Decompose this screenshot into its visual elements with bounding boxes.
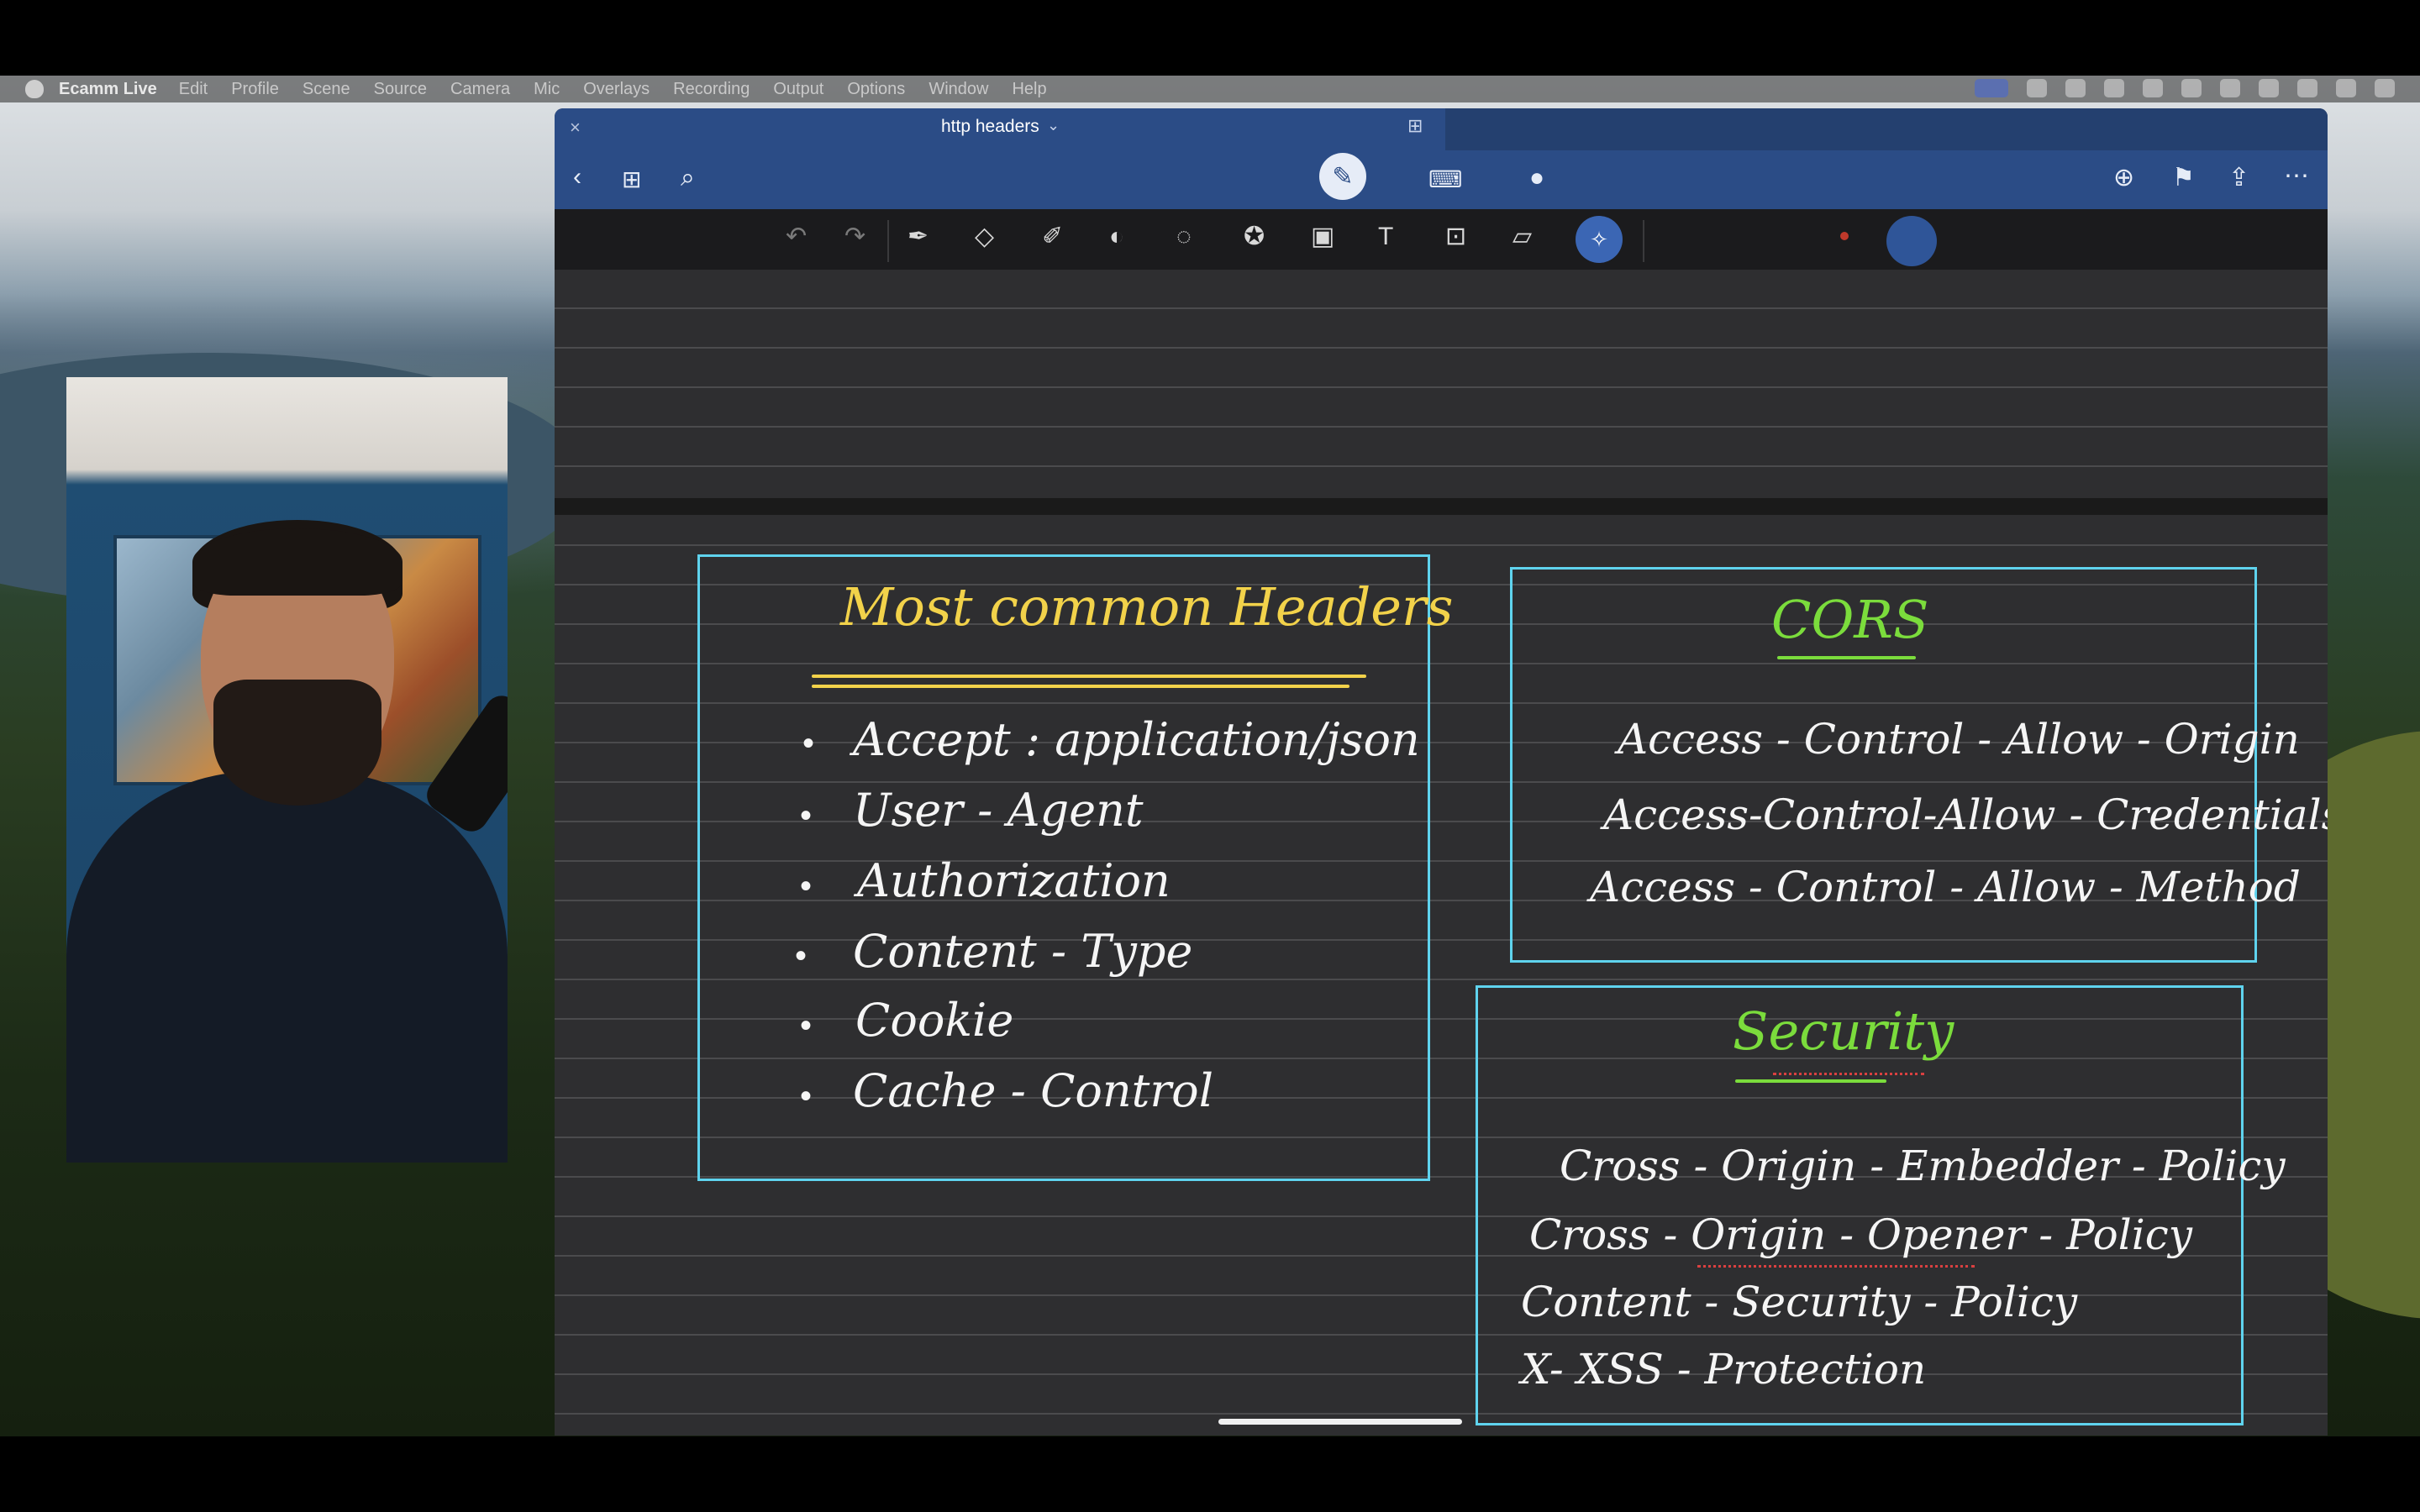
bullet: • [795, 937, 808, 974]
header-item-cookie: Cookie [855, 994, 1014, 1047]
security-item-coep: Cross - Origin - Embedder - Policy [1560, 1142, 2286, 1190]
split-view-icon[interactable]: ⊞ [1407, 115, 1423, 137]
pen-mode-icon[interactable]: ✎ [1319, 153, 1366, 200]
back-icon[interactable]: ‹ [573, 165, 581, 190]
cors-item-allow-credentials: Access-Control-Allow - Credentials [1603, 790, 2328, 839]
presenter-hairline [192, 528, 402, 596]
siri-icon[interactable] [2336, 79, 2356, 97]
bullet: • [800, 1078, 813, 1115]
header-item-user-agent: User - Agent [853, 784, 1144, 837]
bullet: • [800, 868, 813, 905]
menu-bar: Ecamm Live Edit Profile Scene Source Cam… [0, 76, 2420, 102]
more-icon[interactable]: ⋯ [2284, 164, 2309, 189]
spellcheck-underline [1773, 1073, 1924, 1075]
bullet: • [800, 797, 813, 834]
lined-page[interactable]: Most common Headers • Accept : applicati… [555, 270, 2328, 1436]
menu-source[interactable]: Source [374, 80, 427, 99]
display-icon[interactable] [2220, 79, 2240, 97]
drawing-toolbar [555, 209, 2328, 270]
pen-tool-icon[interactable]: ✒ [908, 224, 929, 249]
presenter-body [66, 772, 508, 1163]
add-page-icon[interactable]: ⊕ [2113, 165, 2134, 191]
security-item-xss: X- XSS - Protection [1521, 1345, 1927, 1394]
cors-underline [1777, 656, 1916, 659]
screen-share-icon[interactable] [1975, 79, 2008, 97]
header-item-cache-control: Cache - Control [853, 1064, 1213, 1117]
wifi-icon[interactable] [2259, 79, 2279, 97]
toolbar-divider [887, 220, 889, 262]
bluetooth-icon[interactable] [2181, 79, 2202, 97]
camera-status-icon[interactable] [2065, 79, 2086, 97]
bullet: • [802, 725, 815, 762]
text-tool-icon[interactable]: T [1378, 224, 1393, 249]
presenter-beard [213, 680, 381, 806]
header-item-authorization: Authorization [857, 854, 1171, 907]
menu-overlays[interactable]: Overlays [583, 80, 650, 99]
sticker-tool-icon[interactable]: ✪ [1244, 224, 1265, 249]
layout-icon[interactable] [2143, 79, 2163, 97]
menu-options[interactable]: Options [847, 80, 905, 99]
cone-icon[interactable] [2027, 79, 2047, 97]
menu-camera[interactable]: Camera [450, 80, 510, 99]
webcam-overlay [66, 377, 508, 1163]
menu-app-name[interactable]: Ecamm Live [59, 80, 157, 99]
menu-output[interactable]: Output [773, 80, 823, 99]
menu-edit[interactable]: Edit [179, 80, 208, 99]
image-tool-icon[interactable]: ▣ [1311, 224, 1334, 249]
cors-item-allow-origin: Access - Control - Allow - Origin [1618, 715, 2300, 764]
highlighter-tool-icon[interactable]: ✐ [1042, 224, 1063, 249]
menu-mic[interactable]: Mic [534, 80, 560, 99]
menu-window[interactable]: Window [929, 80, 988, 99]
document-title[interactable]: http headers [941, 117, 1039, 137]
ruler-tool-icon[interactable]: ▱ [1512, 224, 1532, 249]
lasso-tool-icon[interactable]: ◌ [1176, 224, 1192, 249]
home-indicator[interactable] [1218, 1419, 1462, 1425]
security-underline [1735, 1079, 1886, 1083]
menu-profile[interactable]: Profile [231, 80, 279, 99]
info-icon[interactable] [2375, 79, 2395, 97]
apple-icon[interactable] [25, 80, 44, 98]
chevron-down-icon[interactable]: ⌄ [1047, 117, 1060, 134]
common-headers-title: Most common Headers [840, 576, 1454, 638]
title-underline [812, 675, 1366, 678]
eraser-tool-icon[interactable]: ◇ [975, 224, 994, 249]
share-icon[interactable]: ⇪ [2228, 165, 2249, 191]
color-swatch-blue[interactable] [1886, 216, 1937, 266]
menu-scene[interactable]: Scene [302, 80, 350, 99]
cors-item-allow-method: Access - Control - Allow - Method [1590, 863, 2301, 911]
color-swatch-red[interactable] [1840, 232, 1849, 240]
undo-icon[interactable]: ↶ [786, 224, 807, 249]
zoom-tool-icon[interactable]: ⊡ [1445, 224, 1466, 249]
control-center-icon[interactable] [2297, 79, 2317, 97]
redo-icon[interactable]: ↷ [844, 224, 865, 249]
search-icon[interactable]: ⌕ [681, 165, 695, 191]
security-title: Security [1733, 1000, 1954, 1062]
record-status-icon[interactable] [2104, 79, 2124, 97]
notes-app-window: × http headers ⌄ ⊞ ‹ ⊞ ⌕ ✎ ⌨ ● ⊕ ⚑ ⇪ ⋯ ↶… [555, 108, 2328, 1436]
security-item-csp: Content - Security - Policy [1521, 1278, 2078, 1326]
header-item-content-type: Content - Type [853, 925, 1193, 978]
menu-recording[interactable]: Recording [673, 80, 750, 99]
status-icons [1975, 79, 2395, 97]
header-item-accept: Accept : application/json [853, 713, 1420, 766]
close-window-button[interactable]: × [570, 117, 581, 139]
keyboard-icon[interactable]: ⌨ [1428, 167, 1462, 192]
title-bar: × http headers ⌄ ⊞ [555, 108, 2328, 150]
grid-icon[interactable]: ⊞ [622, 167, 641, 192]
laser-tool-icon[interactable]: ✧ [1576, 216, 1623, 263]
tab-strip [1445, 108, 2328, 150]
bookmark-icon[interactable]: ⚑ [2172, 165, 2195, 191]
bullet: • [800, 1007, 813, 1044]
shapes-tool-icon[interactable]: ◐ [1109, 224, 1124, 249]
title-underline-2 [812, 685, 1349, 688]
toolbar-divider-2 [1643, 220, 1644, 262]
spellcheck-underline [1697, 1265, 1975, 1268]
security-item-coop: Cross - Origin - Opener - Policy [1529, 1210, 2192, 1259]
menu-help[interactable]: Help [1012, 80, 1046, 99]
page-separator [555, 498, 2328, 515]
mic-icon[interactable]: ● [1529, 165, 1544, 191]
cors-title: CORS [1771, 589, 1929, 650]
